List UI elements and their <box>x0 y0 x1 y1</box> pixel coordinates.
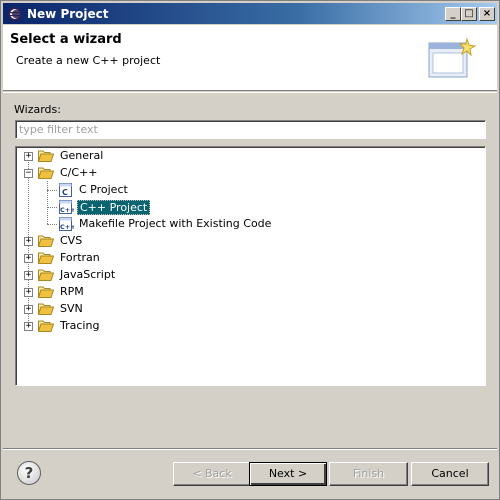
tree-item-label: CVS <box>60 234 83 247</box>
tree-item-label: Makefile Project with Existing Code <box>79 217 272 230</box>
svg-text:C++: C++ <box>60 206 74 214</box>
finish-button[interactable]: Finish <box>329 462 408 486</box>
next-button[interactable]: Next > <box>249 462 327 486</box>
svg-text:C: C <box>62 188 68 197</box>
c-project-icon: C <box>59 183 72 197</box>
folder-icon <box>38 303 54 315</box>
back-button[interactable]: < Back <box>173 462 251 486</box>
tree-item-cvs[interactable]: + CVS <box>16 233 476 249</box>
tree-item-label: C++ Project <box>77 200 151 215</box>
tree-item-svn[interactable]: + SVN <box>16 301 476 317</box>
open-folder-icon <box>38 167 54 179</box>
tree-item-fortran[interactable]: + Fortran <box>16 250 476 266</box>
tree-item-javascript[interactable]: + JavaScript <box>16 267 476 283</box>
tree-item-label: C/C++ <box>60 166 98 179</box>
folder-icon <box>38 286 54 298</box>
cpp-project-icon: C++ <box>59 200 74 214</box>
tree-item-label: JavaScript <box>60 268 116 281</box>
new-wizard-banner-icon <box>428 37 477 78</box>
folder-icon <box>38 235 54 247</box>
close-button[interactable]: × <box>479 7 495 21</box>
wizard-tree[interactable]: + General − C/C++ C C Project C++ C++ Pr… <box>15 146 486 386</box>
expand-icon[interactable]: + <box>24 152 33 161</box>
filter-input[interactable] <box>16 121 485 138</box>
page-title: Select a wizard <box>10 32 122 47</box>
tree-item-cpp-project[interactable]: C++ C++ Project <box>16 199 476 215</box>
tree-item-label: C Project <box>79 183 128 196</box>
expand-icon[interactable]: + <box>24 237 33 246</box>
title-bar[interactable]: New Project _ □ × <box>3 3 497 24</box>
svg-text:C++: C++ <box>60 223 74 231</box>
expand-icon[interactable]: + <box>24 288 33 297</box>
new-project-dialog: New Project _ □ × Select a wizard Create… <box>0 0 500 500</box>
wizard-header: Select a wizard Create a new C++ project <box>3 25 497 91</box>
collapse-icon[interactable]: − <box>24 169 33 178</box>
tree-item-makefile-project[interactable]: C++ Makefile Project with Existing Code <box>16 216 476 232</box>
maximize-button[interactable]: □ <box>461 7 477 21</box>
expand-icon[interactable]: + <box>24 322 33 331</box>
folder-icon <box>38 150 54 162</box>
folder-icon <box>38 320 54 332</box>
tree-item-label: Tracing <box>60 319 100 332</box>
minimize-button[interactable]: _ <box>445 7 461 21</box>
tree-item-label: SVN <box>60 302 83 315</box>
filter-field[interactable] <box>15 120 486 139</box>
window-title: New Project <box>27 7 109 21</box>
makefile-project-icon: C++ <box>59 217 74 231</box>
tree-item-label: General <box>60 149 104 162</box>
folder-icon <box>38 269 54 281</box>
expand-icon[interactable]: + <box>24 271 33 280</box>
expand-icon[interactable]: + <box>24 254 33 263</box>
expand-icon[interactable]: + <box>24 305 33 314</box>
tree-item-c-project[interactable]: C C Project <box>16 182 476 198</box>
tree-item-c-cpp[interactable]: − C/C++ <box>16 165 476 181</box>
tree-item-label: RPM <box>60 285 84 298</box>
header-divider <box>3 92 497 93</box>
wizards-label: Wizards: <box>14 103 61 116</box>
tree-item-tracing[interactable]: + Tracing <box>16 318 476 334</box>
button-bar-divider <box>3 448 497 450</box>
page-description: Create a new C++ project <box>16 54 161 67</box>
eclipse-icon <box>8 7 22 21</box>
help-button[interactable]: ? <box>17 461 41 485</box>
tree-item-rpm[interactable]: + RPM <box>16 284 476 300</box>
folder-icon <box>38 252 54 264</box>
tree-item-general[interactable]: + General <box>16 148 476 164</box>
tree-item-label: Fortran <box>60 251 100 264</box>
cancel-button[interactable]: Cancel <box>411 462 489 486</box>
